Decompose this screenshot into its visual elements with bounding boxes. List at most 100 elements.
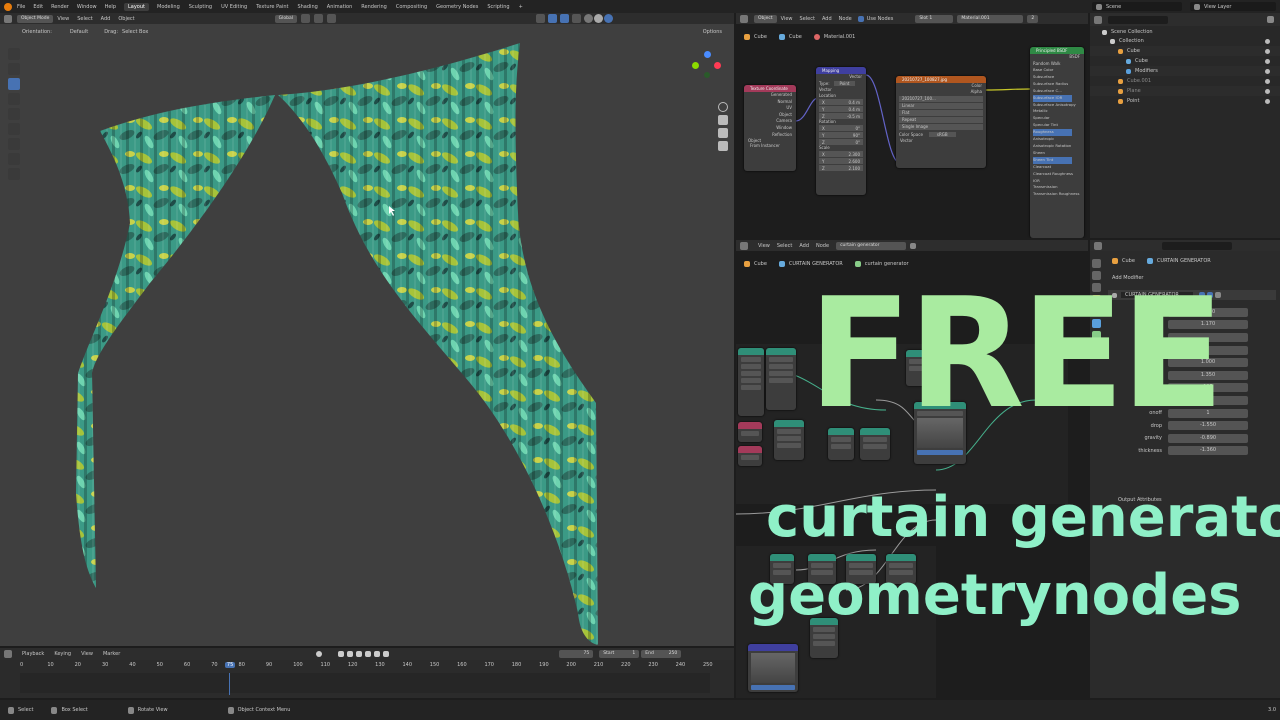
prev-keyframe-icon[interactable] bbox=[347, 651, 354, 657]
bsdf-input[interactable]: Transmission Roughness bbox=[1033, 191, 1084, 198]
tab-modeling[interactable]: Modeling bbox=[157, 4, 180, 10]
geo-node[interactable] bbox=[748, 644, 798, 692]
tab-uv-editing[interactable]: UV Editing bbox=[221, 4, 247, 10]
image-projection-dropdown[interactable]: Flat bbox=[899, 110, 983, 116]
add-workspace-button[interactable]: + bbox=[519, 4, 523, 10]
jump-end-icon[interactable] bbox=[383, 651, 390, 657]
texcoord-output[interactable]: Window bbox=[744, 125, 792, 132]
geo-node[interactable] bbox=[738, 446, 762, 466]
timeline[interactable]: Playback Keying View Marker 75 Start 1 En… bbox=[0, 648, 734, 698]
outliner-item[interactable]: Plane bbox=[1090, 86, 1280, 96]
node-image-texture[interactable]: 20210727_100827.jpg Color Alpha 20210727… bbox=[896, 76, 986, 168]
blender-logo-icon[interactable] bbox=[4, 2, 12, 11]
curtain-model[interactable] bbox=[0, 13, 734, 646]
outliner-type-icon[interactable] bbox=[1094, 15, 1102, 24]
mapping-rotation-y[interactable]: Y 90° bbox=[819, 132, 863, 138]
bsdf-input[interactable]: Clearcoat bbox=[1033, 164, 1084, 171]
texcoord-output[interactable]: Generated bbox=[744, 92, 792, 99]
bsdf-ss-method[interactable]: Random Walk bbox=[1030, 60, 1084, 67]
outliner-item[interactable]: Cube.001 bbox=[1090, 76, 1280, 86]
bsdf-input[interactable]: Transmission bbox=[1033, 184, 1084, 191]
bsdf-input[interactable]: Subsurface IOR bbox=[1033, 94, 1072, 102]
mapping-location-y[interactable]: Y 0.4 m bbox=[819, 106, 863, 112]
timeline-menu-playback[interactable]: Playback bbox=[22, 651, 44, 657]
tab-layout[interactable]: Layout bbox=[124, 2, 149, 11]
bsdf-input[interactable]: Anisotropic bbox=[1033, 136, 1084, 143]
bsdf-input[interactable]: Subsurface Anisotropy bbox=[1033, 102, 1084, 109]
tab-animation[interactable]: Animation bbox=[327, 4, 353, 10]
visibility-eye-icon[interactable] bbox=[1265, 88, 1270, 94]
outliner-scene-collection[interactable]: Scene Collection bbox=[1102, 28, 1153, 36]
image-extension-dropdown[interactable]: Repeat bbox=[899, 117, 983, 123]
scene-selector[interactable]: Scene bbox=[1092, 2, 1182, 11]
texcoord-from-instancer[interactable]: From Instancer bbox=[744, 143, 796, 148]
outliner-item[interactable]: Modifiers bbox=[1090, 66, 1280, 76]
mapping-scale-x[interactable]: X 2.300 bbox=[819, 151, 863, 157]
tab-sculpting[interactable]: Sculpting bbox=[189, 4, 212, 10]
mapping-rotation-x[interactable]: X 0° bbox=[819, 125, 863, 131]
outliner-item[interactable]: Cube bbox=[1090, 56, 1280, 66]
timeline-menu-keying[interactable]: Keying bbox=[54, 651, 71, 657]
visibility-eye-icon[interactable] bbox=[1265, 98, 1270, 104]
menu-window[interactable]: Window bbox=[77, 4, 97, 10]
tab-shading[interactable]: Shading bbox=[297, 4, 317, 10]
current-frame-field[interactable]: 75 bbox=[559, 650, 594, 658]
bsdf-input[interactable]: Subsurface C... bbox=[1033, 88, 1084, 95]
image-file-selector[interactable]: 20210727_100... bbox=[899, 96, 983, 102]
bsdf-input[interactable]: Metallic bbox=[1033, 108, 1084, 115]
geo-node[interactable] bbox=[738, 348, 764, 416]
menu-render[interactable]: Render bbox=[51, 4, 69, 10]
bsdf-input[interactable]: Subsurface Radius bbox=[1033, 81, 1084, 88]
viewport-3d[interactable]: Object Mode View Select Add Object Globa… bbox=[0, 13, 734, 646]
bsdf-input[interactable]: Base Color bbox=[1033, 67, 1084, 74]
timeline-menu-view[interactable]: View bbox=[81, 651, 93, 657]
texcoord-output[interactable]: Reflection bbox=[744, 132, 792, 139]
bsdf-input[interactable]: Clearcoat Roughness bbox=[1033, 171, 1084, 178]
tab-compositing[interactable]: Compositing bbox=[396, 4, 427, 10]
menu-edit[interactable]: Edit bbox=[33, 4, 43, 10]
tab-scripting[interactable]: Scripting bbox=[487, 4, 509, 10]
node-principled-bsdf[interactable]: Principled BSDF BSDF Random Walk Base Co… bbox=[1030, 47, 1084, 238]
visibility-eye-icon[interactable] bbox=[1265, 38, 1270, 44]
next-keyframe-icon[interactable] bbox=[374, 651, 381, 657]
play-icon[interactable] bbox=[365, 651, 372, 657]
view-layer-selector[interactable]: View Layer bbox=[1190, 2, 1276, 11]
texcoord-output[interactable]: Object bbox=[744, 112, 792, 119]
bsdf-input[interactable]: IOR bbox=[1033, 178, 1084, 185]
bsdf-input[interactable]: Specular Tint bbox=[1033, 122, 1084, 129]
texcoord-output[interactable]: UV bbox=[744, 105, 792, 112]
mapping-location-x[interactable]: X 0.4 m bbox=[819, 99, 863, 105]
visibility-eye-icon[interactable] bbox=[1265, 48, 1270, 54]
outliner[interactable]: Scene Collection Collection Cube Cube Modif… bbox=[1090, 13, 1280, 238]
texcoord-output[interactable]: Normal bbox=[744, 99, 792, 106]
jump-start-icon[interactable] bbox=[338, 651, 345, 657]
tab-texture-paint[interactable]: Texture Paint bbox=[256, 4, 288, 10]
node-texture-coordinate[interactable]: Texture Coordinate Generated Normal UV O… bbox=[744, 85, 796, 171]
menu-help[interactable]: Help bbox=[105, 4, 116, 10]
end-frame-field[interactable]: End 250 bbox=[641, 650, 682, 658]
bsdf-input[interactable]: Sheen bbox=[1033, 150, 1084, 157]
outliner-item[interactable]: Point bbox=[1090, 96, 1280, 106]
bsdf-input[interactable]: Specular bbox=[1033, 115, 1084, 122]
shader-editor[interactable]: Object View Select Add Node Use Nodes Sl… bbox=[736, 13, 1088, 238]
node-mapping[interactable]: Mapping Vector Type: Point Vector Locati… bbox=[816, 67, 866, 195]
geo-node[interactable] bbox=[774, 420, 804, 460]
image-output-alpha[interactable]: Alpha bbox=[896, 89, 986, 95]
timeline-track[interactable] bbox=[20, 673, 710, 693]
modifier-input-field[interactable]: -1.360 bbox=[1168, 446, 1248, 456]
bsdf-input[interactable]: Subsurface bbox=[1033, 74, 1084, 81]
visibility-eye-icon[interactable] bbox=[1265, 68, 1270, 74]
start-frame-field[interactable]: Start 1 bbox=[599, 650, 640, 658]
mapping-type-value[interactable]: Point bbox=[833, 81, 856, 86]
image-colorspace-value[interactable]: sRGB bbox=[928, 131, 956, 137]
outliner-item[interactable]: Cube bbox=[1090, 46, 1280, 56]
outliner-search-input[interactable] bbox=[1108, 15, 1168, 24]
properties-search-input[interactable] bbox=[1162, 241, 1232, 250]
bsdf-input[interactable]: Roughness bbox=[1033, 129, 1072, 137]
image-colorspace-row[interactable]: Color Space sRGB bbox=[899, 131, 983, 137]
timeline-ruler[interactable]: 0 10 20 30 40 50 60 70 75 80 90 100 110 120 130 140 150 1… bbox=[0, 661, 734, 673]
tab-geometry-nodes[interactable]: Geometry Nodes bbox=[436, 4, 478, 10]
tab-rendering[interactable]: Rendering bbox=[361, 4, 387, 10]
properties-type-icon[interactable] bbox=[1094, 241, 1102, 250]
image-source-dropdown[interactable]: Single Image bbox=[899, 124, 983, 130]
